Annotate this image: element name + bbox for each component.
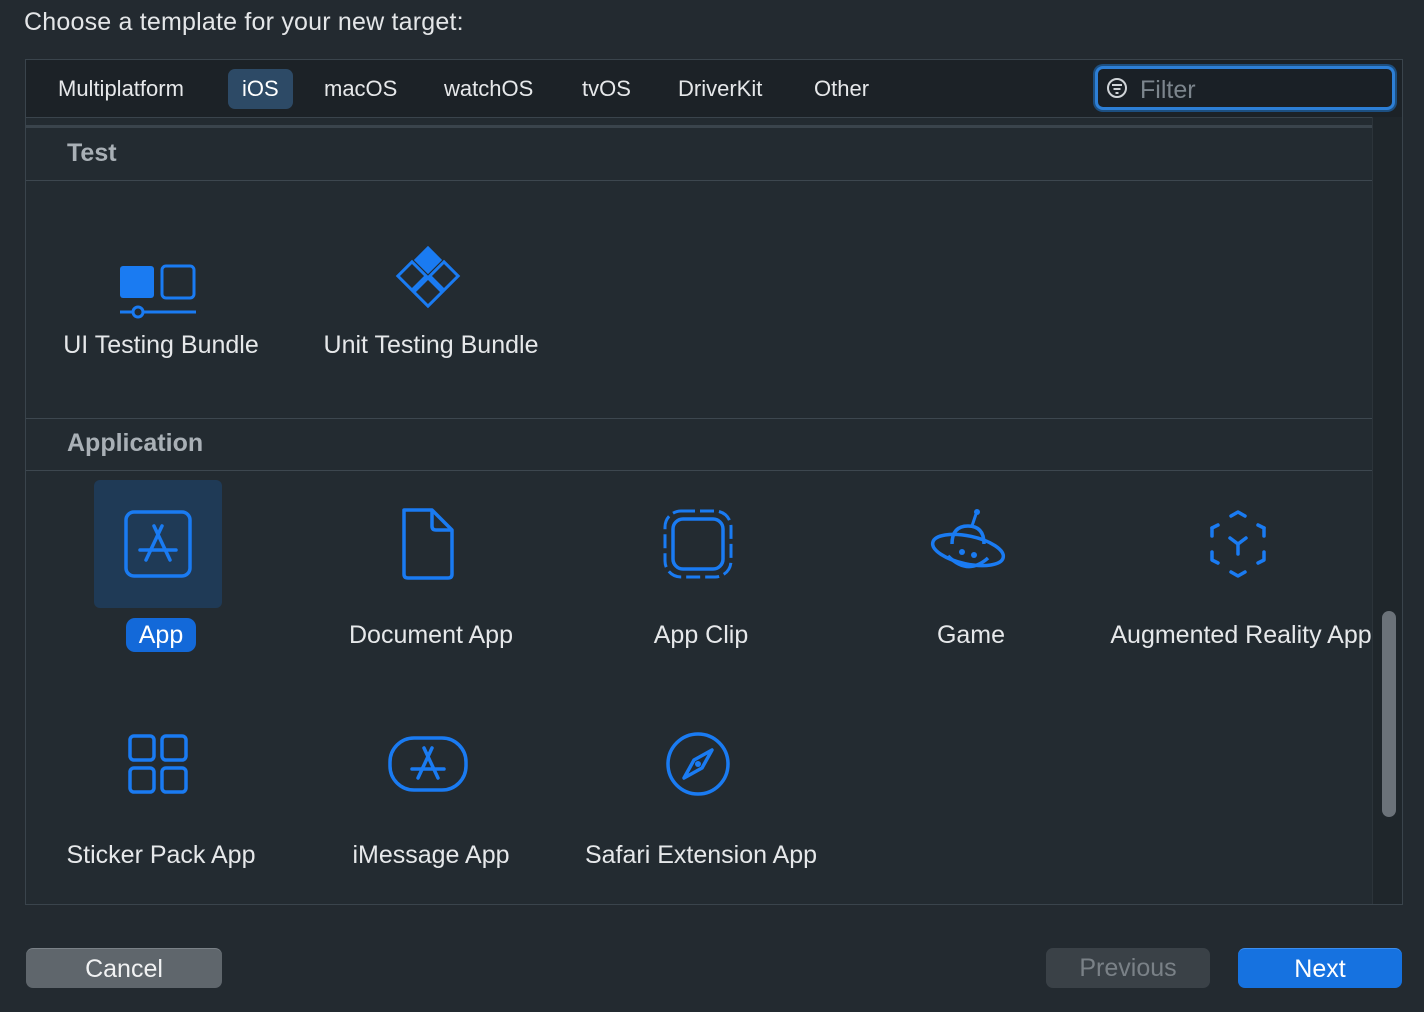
sticker-pack-icon bbox=[94, 700, 222, 828]
section-title-test: Test bbox=[67, 139, 117, 167]
template-panel: Multiplatform iOS macOS watchOS tvOS Dri… bbox=[25, 59, 1403, 905]
tab-watchos[interactable]: watchOS bbox=[430, 69, 547, 109]
filter-icon bbox=[1107, 78, 1127, 98]
augmented-reality-icon bbox=[1174, 480, 1302, 608]
app-clip-icon bbox=[634, 480, 762, 608]
safari-compass-icon bbox=[634, 700, 762, 828]
template-label: App Clip bbox=[653, 621, 749, 649]
section-divider bbox=[26, 418, 1372, 419]
tab-multiplatform[interactable]: Multiplatform bbox=[44, 69, 198, 109]
template-imessage-app[interactable]: iMessage App bbox=[296, 700, 566, 900]
template-unit-testing-bundle[interactable]: Unit Testing Bundle bbox=[296, 222, 566, 442]
filter-field[interactable] bbox=[1095, 66, 1395, 110]
scrollbar-thumb[interactable] bbox=[1382, 611, 1396, 817]
template-label: Augmented Reality App bbox=[1110, 621, 1372, 649]
filter-input[interactable] bbox=[1138, 73, 1382, 107]
cancel-button[interactable]: Cancel bbox=[26, 948, 222, 988]
section-divider bbox=[26, 180, 1372, 181]
template-list[interactable]: Test UI Testing Bundle Unit Testing Bund… bbox=[26, 117, 1372, 904]
tab-driverkit[interactable]: DriverKit bbox=[664, 69, 776, 109]
template-label: Document App bbox=[349, 621, 513, 649]
previous-button[interactable]: Previous bbox=[1046, 948, 1210, 988]
tab-macos[interactable]: macOS bbox=[310, 69, 411, 109]
dialog-heading: Choose a template for your new target: bbox=[24, 8, 464, 36]
imessage-app-icon bbox=[364, 700, 492, 828]
game-planet-icon bbox=[904, 480, 1032, 608]
app-store-icon bbox=[94, 480, 222, 608]
template-game[interactable]: Game bbox=[836, 480, 1106, 680]
template-ui-testing-bundle[interactable]: UI Testing Bundle bbox=[26, 222, 296, 422]
document-icon bbox=[364, 480, 492, 608]
template-app-clip[interactable]: App Clip bbox=[566, 480, 836, 680]
template-app[interactable]: App bbox=[26, 480, 296, 680]
template-label: iMessage App bbox=[352, 841, 510, 869]
template-document-app[interactable]: Document App bbox=[296, 480, 566, 680]
template-sticker-pack-app[interactable]: Sticker Pack App bbox=[26, 700, 296, 900]
section-divider bbox=[26, 470, 1372, 471]
template-label: Game bbox=[936, 621, 1006, 649]
template-safari-extension-app[interactable]: Safari Extension App bbox=[566, 700, 836, 904]
next-button[interactable]: Next bbox=[1238, 948, 1402, 988]
section-title-application: Application bbox=[67, 429, 204, 457]
template-label: UI Testing Bundle bbox=[63, 331, 259, 359]
vertical-scrollbar[interactable] bbox=[1372, 117, 1402, 904]
template-label: Unit Testing Bundle bbox=[323, 331, 539, 359]
template-label: Sticker Pack App bbox=[66, 841, 256, 869]
template-label: Safari Extension App bbox=[584, 841, 818, 869]
tab-other[interactable]: Other bbox=[800, 69, 883, 109]
template-augmented-reality-app[interactable]: Augmented Reality App bbox=[1106, 480, 1376, 700]
tab-ios[interactable]: iOS bbox=[228, 69, 293, 109]
section-top-border bbox=[26, 125, 1372, 128]
platform-tab-bar: Multiplatform iOS macOS watchOS tvOS Dri… bbox=[26, 60, 1402, 118]
template-label: App bbox=[26, 618, 296, 652]
tab-tvos[interactable]: tvOS bbox=[568, 69, 645, 109]
